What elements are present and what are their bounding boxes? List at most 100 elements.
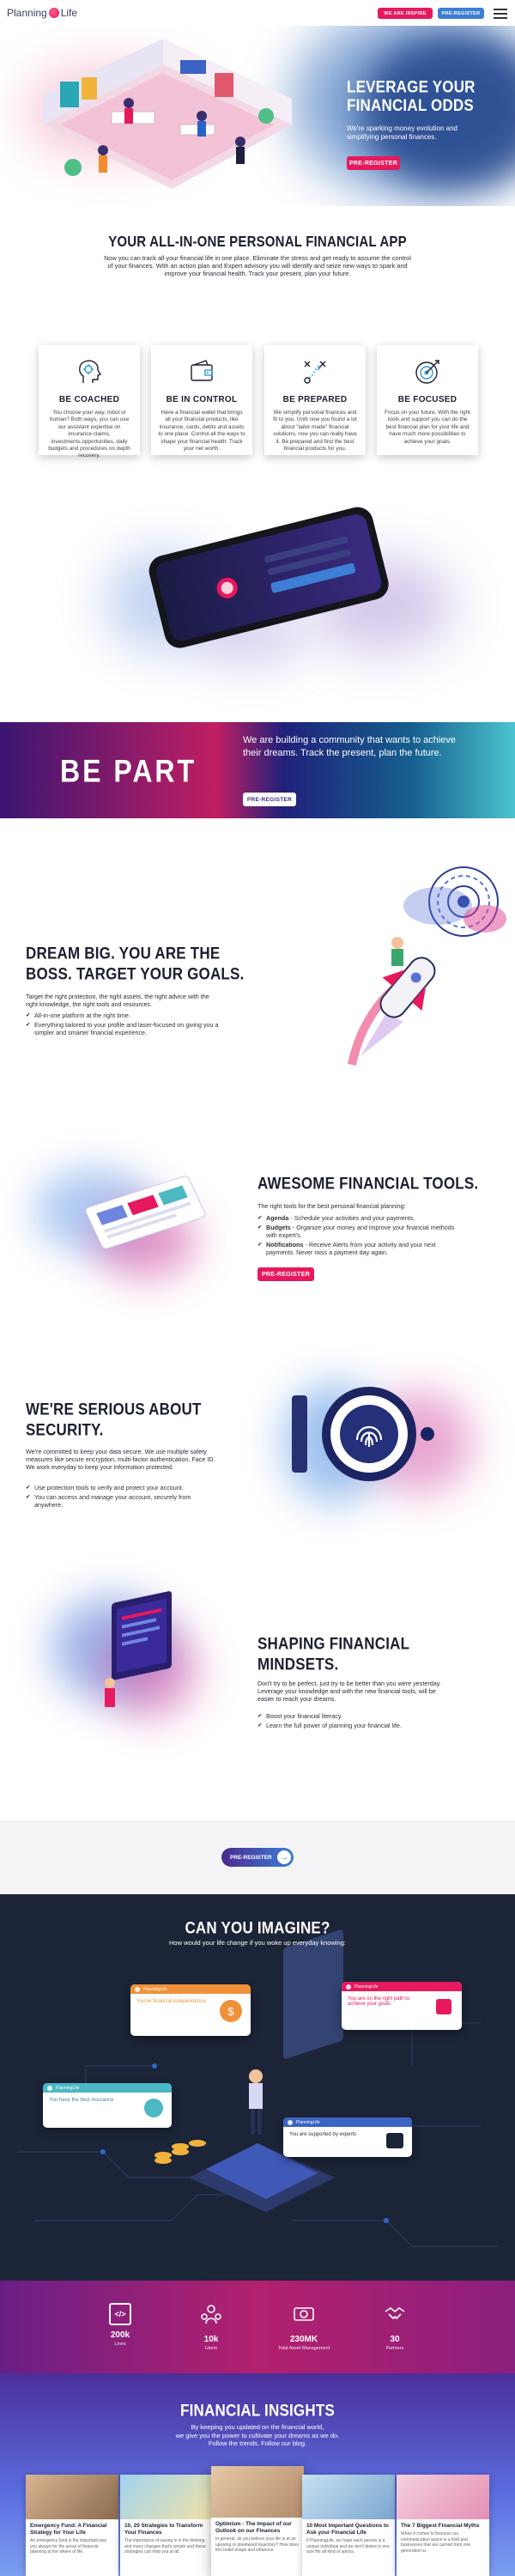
security-vault-illustration (292, 1387, 434, 1481)
security-body: We're committed to keep your data secure… (26, 1448, 215, 1471)
mindsets-bullet: Learn the full power of planning your fi… (258, 1722, 446, 1729)
blog-excerpt: An emergency fund is the important way y… (30, 2538, 107, 2555)
dream-body: Target the right protection, the right a… (26, 993, 209, 1008)
imagine-card-experts: PlanningLife You are supported by expert… (283, 2117, 412, 2157)
hero-title: LEVERAGE YOUR FINANCIAL ODDS (347, 77, 476, 115)
imagine-card-goals: PlanningLife You are on the right path t… (342, 1982, 462, 2030)
blog-card-myths[interactable]: The 7 Biggest Financial Myths When it co… (397, 2475, 489, 2576)
insights-subtitle-line1: By keeping you updated on the financial … (191, 2423, 324, 2431)
logo-mark-icon (48, 8, 59, 18)
card-text-control: Have a financial wallet that brings all … (158, 410, 245, 453)
office-illustration (43, 39, 292, 189)
insights-subtitle-line3: Follow the trends. Follow our blog. (208, 2439, 307, 2447)
dream-title-line2: BOSS. TARGET YOUR GOALS. (26, 964, 245, 984)
tools-bullet-list: Agenda - Schedule your activities and yo… (258, 1212, 464, 1256)
blog-excerpt: When it comes to finances our communicat… (401, 2531, 471, 2554)
imagine-section: CAN YOU IMAGINE? How would your life cha… (0, 1894, 515, 2281)
shield-icon (144, 2099, 163, 2117)
rocket-illustration (348, 866, 506, 1066)
tools-bullet-agenda-name: Agenda (266, 1214, 289, 1222)
blog-image (26, 2475, 118, 2519)
coach-head-icon (79, 360, 102, 383)
be-part-pre-register-button[interactable]: PRE-REGISTER (243, 793, 296, 806)
logo[interactable]: Planning Life (7, 7, 77, 19)
tools-bullet-notifications-name: Notifications (266, 1241, 304, 1249)
blog-title: Optimism - The Impact of our Outlook on … (215, 2521, 292, 2534)
dream-title-line1: DREAM BIG. YOU ARE THE (26, 944, 221, 963)
blog-card-optimism[interactable]: Optimism - The Impact of our Outlook on … (211, 2466, 304, 2576)
tools-bullet-agenda: Agenda - Schedule your activities and yo… (258, 1214, 464, 1222)
blog-card-questions[interactable]: 10 Most Important Questions to Ask your … (302, 2475, 395, 2576)
blog-excerpt: The importance of saving is in the think… (124, 2538, 206, 2555)
stats-band: </> 200k Lines 10k Users 230MK Total Ass… (0, 2281, 515, 2373)
feature-card-prepared: BE PREPARED We simplify personal finance… (264, 345, 366, 455)
feature-card-focused: BE FOCUSED Focus on your future. With th… (377, 345, 478, 455)
stat-value: 200k (110, 2330, 130, 2340)
stat-partners: 30 Partners (360, 2303, 429, 2351)
blog-image (211, 2466, 304, 2518)
security-bullet: You can access and manage your account, … (26, 1493, 219, 1509)
cta-bar: PRE-REGISTER → (0, 1820, 515, 1894)
security-bullet: Use protection tools to verify and prote… (26, 1484, 219, 1492)
hero-subtitle: We're sparking money evolution and simpl… (347, 125, 458, 141)
stat-label: Lines (114, 2342, 126, 2347)
stat-value: 230MK (289, 2335, 318, 2344)
stat-label: Partners (385, 2346, 404, 2351)
stat-label: Users (204, 2346, 218, 2351)
hamburger-menu-icon[interactable] (494, 9, 507, 19)
cta-bar-label: PRE-REGISTER (230, 1854, 272, 1861)
stat-value: 30 (390, 2335, 400, 2344)
tools-bullet-budgets-name: Budgets (266, 1224, 291, 1231)
blog-excerpt: In general, do you believe your life is … (215, 2537, 299, 2553)
arrow-right-icon: → (277, 1850, 291, 1864)
imagine-subtitle: How would your life change if you woke u… (169, 1939, 346, 1947)
strategy-play-icon (304, 361, 326, 384)
dream-bullet-list: All-in-one platform at the right time. E… (26, 1010, 219, 1036)
security-title: WE'RE SERIOUS ABOUT SECURITY. (26, 1399, 202, 1440)
card-title-prepared: BE PREPARED (282, 395, 348, 404)
laptop-illustration (105, 1591, 172, 1707)
security-title-line1: WE'RE SERIOUS ABOUT (26, 1400, 202, 1419)
code-icon: </> (109, 2303, 131, 2325)
card-text-prepared: We simplify personal finances and fit to… (273, 410, 357, 453)
header-pre-register-button[interactable]: PRE-REGISTER (438, 8, 484, 19)
tools-intro: The right tools for the best personal fi… (258, 1202, 406, 1210)
card-text-coached: You choose your way, robot or human? Bot… (48, 410, 130, 459)
card-title-coached: BE COACHED (58, 395, 120, 404)
blog-image (302, 2475, 395, 2519)
insights-subtitle-line2: we give you the power to cultivate your … (175, 2431, 340, 2439)
blog-title: 10 Most Important Questions to Ask your … (306, 2523, 389, 2536)
imagine-card-independence: PlanningLife You've financial independen… (130, 1984, 251, 2036)
stat-assets: 230MK Total Asset Management (270, 2303, 338, 2351)
insights-section: FINANCIAL INSIGHTS By keeping you update… (0, 2373, 515, 2576)
be-part-banner: BE PART We are building a community that… (0, 722, 515, 818)
blog-card-strategies[interactable]: 10, 20 Strategies to Transform Your Fina… (120, 2475, 213, 2576)
coin-icon: $ (220, 2000, 242, 2022)
users-icon (201, 2305, 221, 2324)
insights-subtitle: By keeping you updated on the financial … (0, 2423, 515, 2448)
card-text-focused: Focus on your future. With the right too… (385, 410, 470, 445)
stat-label: Total Asset Management (277, 2346, 330, 2351)
dream-bullet: Everything tailored to your profile and … (26, 1021, 219, 1036)
tools-bullet-agenda-text: - Schedule your activities and your paym… (288, 1214, 415, 1222)
security-title-line2: SECURITY. (26, 1420, 104, 1440)
feature-card-coached: BE COACHED You choose your way, robot or… (39, 345, 140, 459)
cube-icon (436, 1999, 451, 2014)
blog-card-emergency-fund[interactable]: Emergency Fund: A Financial Strategy for… (26, 2475, 118, 2576)
tools-title: AWESOME FINANCIAL TOOLS. (258, 1174, 479, 1193)
tools-bullet-budgets: Budgets - Organize your money and improv… (258, 1224, 464, 1239)
phone-illustration (148, 507, 389, 648)
card-title-control: BE IN CONTROL (166, 395, 238, 404)
stat-lines: </> 200k Lines (86, 2303, 154, 2347)
cta-bar-pre-register-button[interactable]: PRE-REGISTER → (221, 1848, 294, 1867)
stat-value: 10k (203, 2335, 219, 2344)
hero-pre-register-button[interactable]: PRE-REGISTER (347, 156, 400, 170)
blog-image (120, 2475, 213, 2519)
logo-text-planning: Planning (7, 7, 47, 19)
app-section-title: YOUR ALL-IN-ONE PERSONAL FINANCIAL APP (108, 234, 407, 251)
imagine-title: CAN YOU IMAGINE? (185, 1918, 330, 1937)
hero-title-line2: FINANCIAL ODDS (347, 95, 474, 115)
tools-pre-register-button[interactable]: PRE-REGISTER (258, 1267, 314, 1281)
we-are-inspire-button[interactable]: WE ARE INSPIRE (378, 8, 433, 19)
blog-image (397, 2475, 489, 2519)
